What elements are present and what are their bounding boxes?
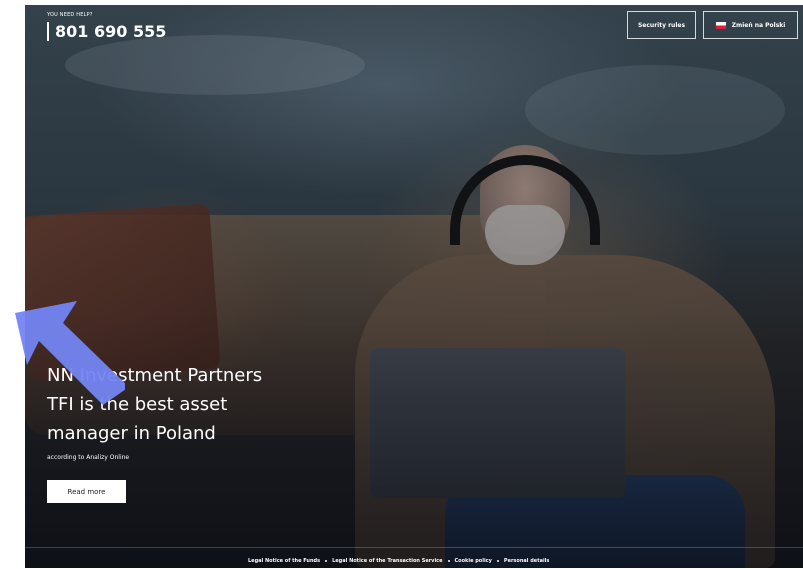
- hero-subtitle: according to Analizy Online: [47, 454, 130, 461]
- footer-separator: [496, 560, 499, 562]
- security-rules-button[interactable]: Security rules: [627, 11, 696, 39]
- read-more-button[interactable]: Read more: [47, 480, 126, 503]
- footer-divider: [25, 547, 803, 548]
- headline-line: manager in Poland: [47, 423, 216, 444]
- footer-separator: [325, 560, 328, 562]
- arrow-pointer-icon: [15, 301, 125, 405]
- read-more-label: Read more: [67, 487, 106, 496]
- hero-background-image: [25, 5, 803, 568]
- footer-link-cookie-policy[interactable]: Cookie policy: [455, 558, 492, 564]
- footer-separator: [447, 560, 450, 562]
- poland-flag-icon: [715, 21, 726, 29]
- help-label: YOU NEED HELP?: [47, 12, 93, 18]
- phone-number[interactable]: 801 690 555: [47, 22, 166, 41]
- footer-links: Legal Notice of the Funds Legal Notice o…: [248, 558, 549, 564]
- language-switch-button[interactable]: Zmień na Polski: [703, 11, 798, 39]
- footer-link-transaction-service[interactable]: Legal Notice of the Transaction Service: [332, 558, 442, 564]
- hero-overlay: [25, 5, 803, 568]
- footer-link-personal-details[interactable]: Personal details: [504, 558, 549, 564]
- footer-link-funds[interactable]: Legal Notice of the Funds: [248, 558, 320, 564]
- language-switch-label: Zmień na Polski: [731, 21, 786, 29]
- security-rules-label: Security rules: [637, 21, 686, 29]
